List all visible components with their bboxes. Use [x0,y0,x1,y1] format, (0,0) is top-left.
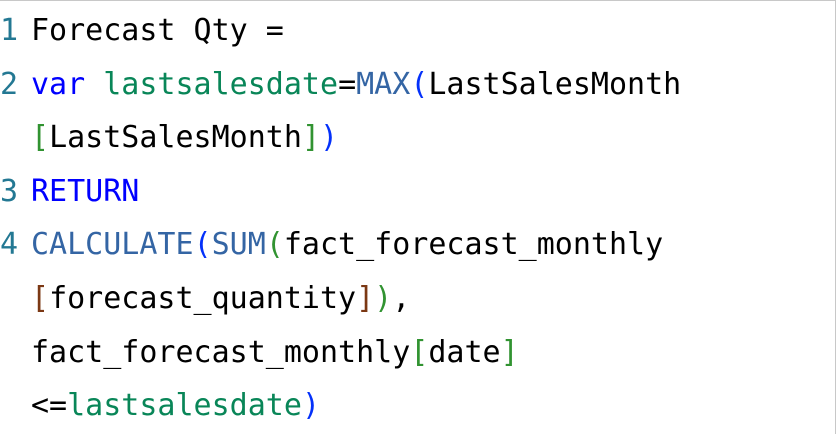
code-token: ] [500,334,519,370]
code-token: ] [356,280,375,316]
code-token: Forecast Qty = [31,13,284,48]
code-text: <=lastsalesdate) [31,379,320,433]
code-token: fact_forecast_monthly [283,227,664,263]
code-line[interactable]: 3 RETURN [0,165,837,219]
code-token: RETURN [31,173,140,209]
code-text: CALCULATE(SUM(fact_forecast_monthly [31,218,663,272]
code-line[interactable]: <=lastsalesdate) [0,379,837,433]
line-number: 1 [0,13,19,48]
code-token: ] [301,120,320,156]
code-token: LastSalesMonth [49,120,302,156]
line-number: 3 [0,173,19,209]
code-text: [LastSalesMonth]) [31,111,338,165]
code-token: lastsalesdate [103,66,339,102]
code-token: = [338,66,357,102]
code-token: date [428,334,501,370]
code-text: RETURN [31,165,139,219]
code-line[interactable]: 4 CALCULATE(SUM(fact_forecast_monthly [0,218,837,272]
code-line[interactable]: [LastSalesMonth]) [0,111,837,165]
line-number: 4 [0,227,19,263]
code-token: ( [193,227,212,263]
code-token: ( [410,66,429,102]
code-line[interactable]: [forecast_quantity]), [0,272,837,326]
code-token: LastSalesMonth [428,66,682,102]
code-token: , [392,280,411,316]
code-token: ) [374,280,393,316]
line-number: 2 [0,66,19,102]
code-token: CALCULATE [31,227,194,263]
code-token: [ [31,280,50,316]
code-token: ) [320,120,339,156]
code-text: [forecast_quantity]), [31,272,410,326]
code-token: ( [265,227,284,263]
code-token: ) [301,388,320,424]
code-token: MAX [356,66,411,102]
code-line[interactable]: 2 var lastsalesdate=MAX(LastSalesMonth [0,58,837,112]
code-token: <= [31,388,68,424]
code-token: forecast_quantity [49,280,357,316]
code-text: var lastsalesdate=MAX(LastSalesMonth [31,58,681,112]
code-text: fact_forecast_monthly[date] [31,326,519,380]
code-text: Forecast Qty = [31,4,284,58]
code-token: [ [31,120,50,156]
code-line[interactable]: 1 Forecast Qty = [0,4,837,58]
code-line[interactable]: fact_forecast_monthly[date] [0,326,837,380]
code-token: var [31,66,86,102]
code-token: SUM [211,227,266,263]
dax-code-editor[interactable]: 1 Forecast Qty = 2 var lastsalesdate=MAX(La… [0,4,837,433]
code-token: [ [410,334,429,370]
code-token: lastsalesdate [67,388,302,424]
code-token: fact_forecast_monthly [31,334,411,370]
